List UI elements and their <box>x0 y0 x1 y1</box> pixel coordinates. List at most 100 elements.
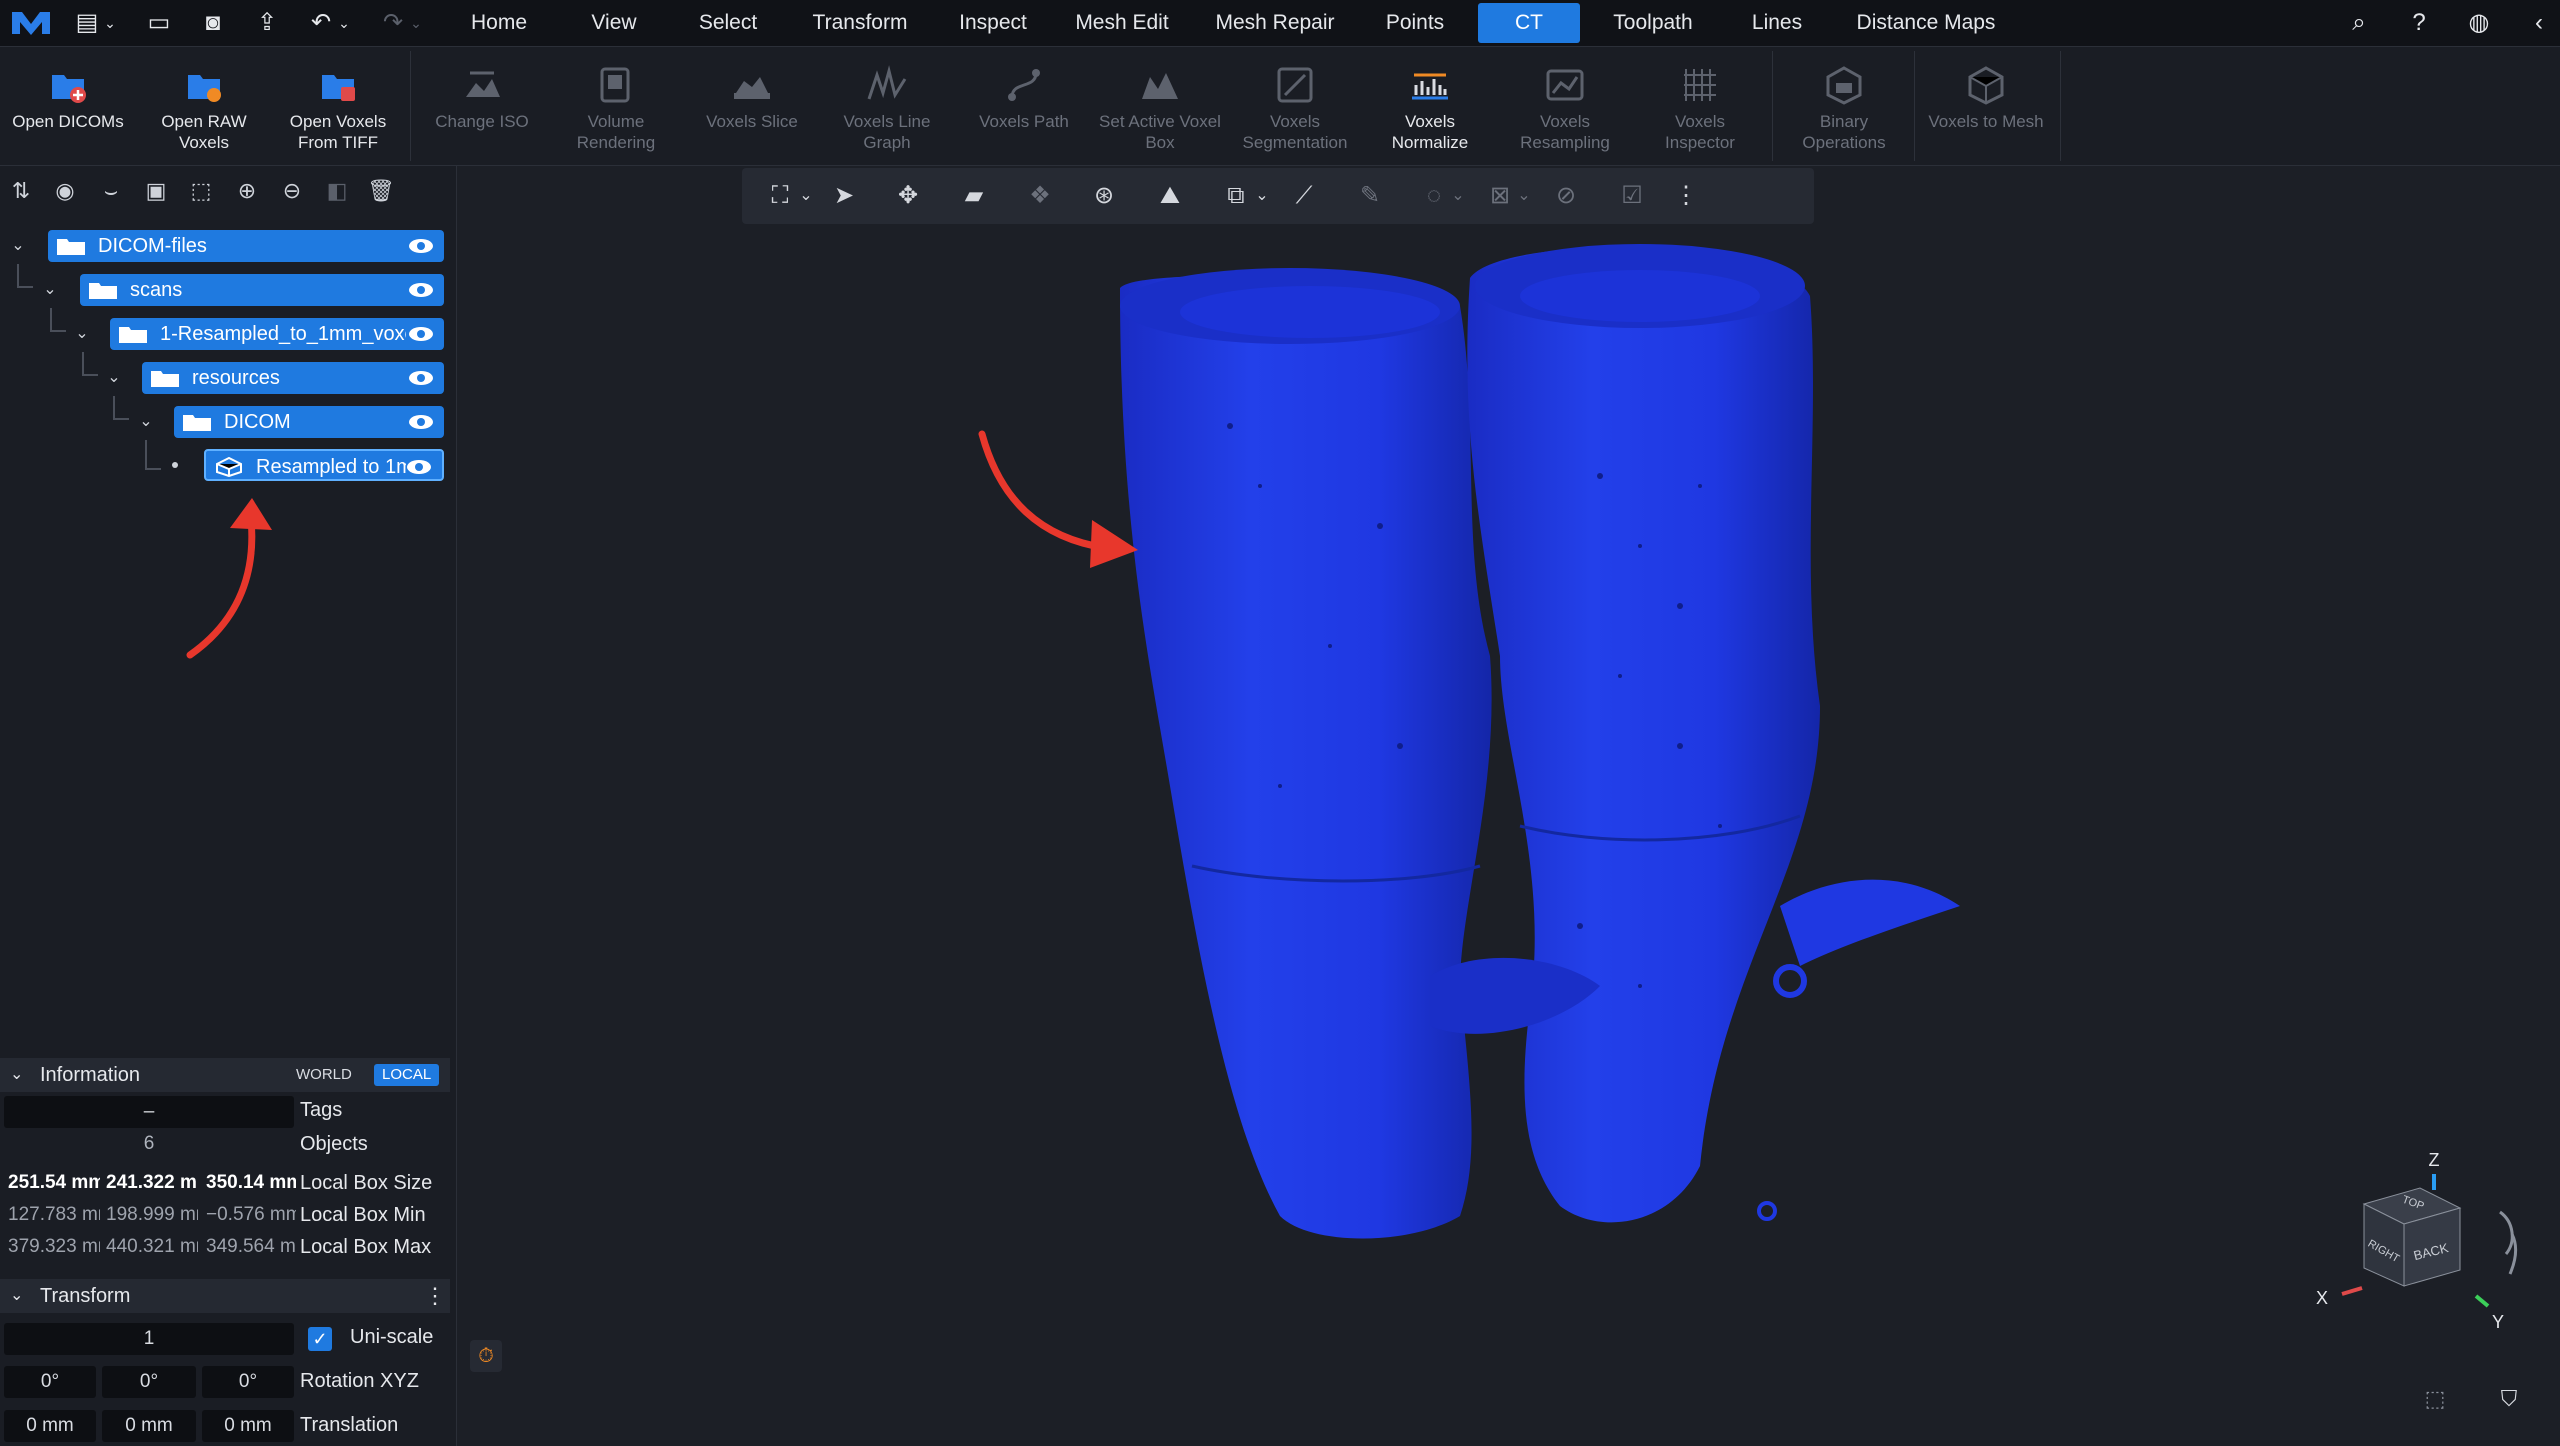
expand-chevron-icon[interactable]: ⌄ <box>138 414 154 430</box>
tab-inspect[interactable]: Inspect <box>948 0 1038 46</box>
tree-item-dicom[interactable]: DICOM <box>174 406 444 438</box>
tab-lines[interactable]: Lines <box>1732 0 1822 46</box>
set-active-voxel-box-button[interactable]: Set Active Voxel Box <box>1098 47 1222 165</box>
change-iso-button[interactable]: Change ISO <box>420 47 544 165</box>
voxels-path-button[interactable]: Voxels Path <box>962 47 1086 165</box>
redo-icon[interactable]: ↷ <box>378 8 408 38</box>
voxels-slice-button[interactable]: Voxels Slice <box>690 47 814 165</box>
translation-z-field[interactable]: 0 mm <box>202 1410 294 1442</box>
tab-mesh-edit[interactable]: Mesh Edit <box>1066 0 1178 46</box>
stopwatch-icon[interactable]: ⏱ <box>470 1340 502 1372</box>
lasso-icon[interactable]: ◌ <box>1418 180 1450 212</box>
rotation-z-field[interactable]: 0° <box>202 1366 294 1398</box>
brush-icon[interactable]: ✎ <box>1354 180 1386 212</box>
split-icon[interactable]: ◧ <box>322 176 352 206</box>
gizmo-icon[interactable]: ⊛ <box>1088 180 1120 212</box>
voxels-inspector-button[interactable]: Voxels Inspector <box>1638 47 1762 165</box>
translation-x-field[interactable]: 0 mm <box>4 1410 96 1442</box>
shield-icon[interactable]: ⛉ <box>2492 1382 2526 1416</box>
tab-home[interactable]: Home <box>456 0 542 46</box>
tree-item-scans[interactable]: scans <box>80 274 444 306</box>
visibility-eye-icon[interactable] <box>408 280 434 300</box>
visibility-eye-icon[interactable] <box>408 368 434 388</box>
collapse-chevron-icon[interactable]: ⌄ <box>10 1058 23 1092</box>
voxels-line-graph-button[interactable]: Voxels Line Graph <box>826 47 948 165</box>
chevron-down-icon[interactable]: ⌄ <box>100 8 120 38</box>
mesh-transform-icon[interactable]: ❖ <box>1024 180 1056 212</box>
information-header[interactable]: ⌄ Information WORLD LOCAL <box>0 1058 450 1092</box>
globe-icon[interactable]: ◍ <box>2464 8 2494 38</box>
translation-y-field[interactable]: 0 mm <box>102 1410 196 1442</box>
chevron-down-icon[interactable]: ⌄ <box>1448 180 1468 212</box>
help-icon[interactable]: ? <box>2404 8 2434 38</box>
clear-selection-icon[interactable]: ⊘ <box>1550 180 1582 212</box>
voxels-resampling-button[interactable]: Voxels Resampling <box>1502 47 1628 165</box>
select-all-icon[interactable]: ▣ <box>141 176 171 206</box>
world-toggle[interactable]: WORLD <box>290 1064 358 1086</box>
tab-points[interactable]: Points <box>1370 0 1460 46</box>
expand-chevron-icon[interactable]: ⌄ <box>74 326 90 342</box>
voxels-to-mesh-button[interactable]: Voxels to Mesh <box>1922 47 2050 165</box>
export-icon[interactable]: ⇪ <box>252 8 282 38</box>
tree-item-resources[interactable]: resources <box>142 362 444 394</box>
voxels-normalize-button[interactable]: Voxels Normalize <box>1368 47 1492 165</box>
tree-item-dicom-files[interactable]: DICOM-files <box>48 230 444 262</box>
box-select-icon[interactable]: ⊠ <box>1484 180 1516 212</box>
ct-mesh-model[interactable] <box>1080 226 1980 1286</box>
chevron-down-icon[interactable]: ⌄ <box>796 180 816 212</box>
volume-rendering-button[interactable]: Volume Rendering <box>556 47 676 165</box>
fit-view-icon[interactable]: ⛶ <box>764 180 796 212</box>
transform-header[interactable]: ⌄ Transform ⋮ <box>0 1279 450 1313</box>
chevron-down-icon[interactable]: ⌄ <box>1252 180 1272 212</box>
search-icon[interactable]: ⌕ <box>2344 8 2374 38</box>
tab-mesh-repair[interactable]: Mesh Repair <box>1206 0 1344 46</box>
hide-all-icon[interactable]: ⌣ <box>96 176 126 206</box>
open-raw-voxels-button[interactable]: Open RAW Voxels <box>146 47 262 165</box>
show-all-icon[interactable]: ◉ <box>50 176 80 206</box>
tab-select[interactable]: Select <box>688 0 768 46</box>
new-file-icon[interactable]: ▤ <box>72 8 102 38</box>
sort-icon[interactable]: ⇅ <box>6 176 36 206</box>
view-cube[interactable]: TOP RIGHT BACK Z X Y <box>2300 1142 2550 1342</box>
collapse-icon[interactable]: ‹ <box>2524 8 2554 38</box>
rotation-y-field[interactable]: 0° <box>102 1366 196 1398</box>
app-logo[interactable] <box>10 8 52 38</box>
collapse-chevron-icon[interactable]: ⌄ <box>10 1279 23 1313</box>
confirm-icon[interactable]: ☑ <box>1616 180 1648 212</box>
delete-icon[interactable]: 🗑 <box>366 176 396 206</box>
tree-item-resampled-folder[interactable]: 1-Resampled_to_1mm_voxels <box>110 318 444 350</box>
open-voxels-tiff-button[interactable]: Open Voxels From TIFF <box>276 47 400 165</box>
open-folder-icon[interactable]: ▭ <box>144 8 174 38</box>
tags-field[interactable]: – <box>4 1096 294 1128</box>
move-up-icon[interactable]: ⊕ <box>232 176 262 206</box>
chevron-down-icon[interactable]: ⌄ <box>334 8 354 38</box>
clone-icon[interactable]: ⧉ <box>1220 180 1252 212</box>
rotation-x-field[interactable]: 0° <box>4 1366 96 1398</box>
expand-chevron-icon[interactable]: ⌄ <box>106 370 122 386</box>
visibility-eye-icon[interactable] <box>408 412 434 432</box>
visibility-eye-icon[interactable] <box>406 457 432 477</box>
visibility-eye-icon[interactable] <box>408 236 434 256</box>
deselect-icon[interactable]: ⬚ <box>186 176 216 206</box>
tab-view[interactable]: View <box>576 0 652 46</box>
open-dicoms-button[interactable]: Open DICOMs <box>4 47 132 165</box>
expand-chevron-icon[interactable]: ⌄ <box>42 282 58 298</box>
scale-field[interactable]: 1 <box>4 1323 294 1355</box>
move-down-icon[interactable]: ⊖ <box>277 176 307 206</box>
tab-distance-maps[interactable]: Distance Maps <box>1846 0 2006 46</box>
hide-shading-icon[interactable]: ⟋ <box>1288 180 1320 212</box>
focus-icon[interactable]: ⬚ <box>2418 1382 2452 1416</box>
visibility-eye-icon[interactable] <box>408 324 434 344</box>
select-cursor-icon[interactable]: ➤ <box>828 180 860 212</box>
uniscale-checkbox[interactable]: ✓ <box>308 1327 332 1351</box>
tab-transform[interactable]: Transform <box>800 0 920 46</box>
more-options-icon[interactable]: ⋮ <box>1670 180 1702 212</box>
move-icon[interactable]: ✥ <box>892 180 924 212</box>
expand-chevron-icon[interactable]: ⌄ <box>10 238 26 254</box>
chevron-down-icon[interactable]: ⌄ <box>1514 180 1534 212</box>
tab-ct[interactable]: CT <box>1478 3 1580 43</box>
more-options-icon[interactable]: ⋮ <box>424 1279 446 1313</box>
edit-shape-icon[interactable]: ▰ <box>958 180 990 212</box>
tree-item-resampled-voxels[interactable]: Resampled to 1mm <box>204 449 444 481</box>
measure-icon[interactable]: ⛰ <box>1154 180 1186 212</box>
